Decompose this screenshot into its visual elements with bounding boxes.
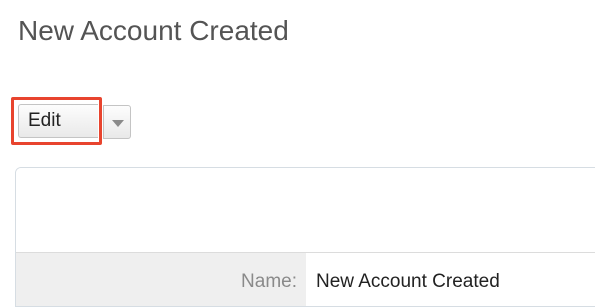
page-title: New Account Created <box>18 15 289 46</box>
edit-button[interactable]: Edit <box>18 104 98 138</box>
caret-down-icon <box>112 120 124 127</box>
field-row-name: Name: New Account Created <box>16 253 595 306</box>
field-value-name[interactable]: New Account Created <box>316 271 500 293</box>
actions-dropdown-button[interactable] <box>103 105 131 139</box>
field-label-name: Name: <box>241 271 297 292</box>
field-label-cell: Name: <box>16 253 306 306</box>
record-detail-panel: Name: New Account Created <box>15 167 595 307</box>
panel-header <box>16 168 595 253</box>
